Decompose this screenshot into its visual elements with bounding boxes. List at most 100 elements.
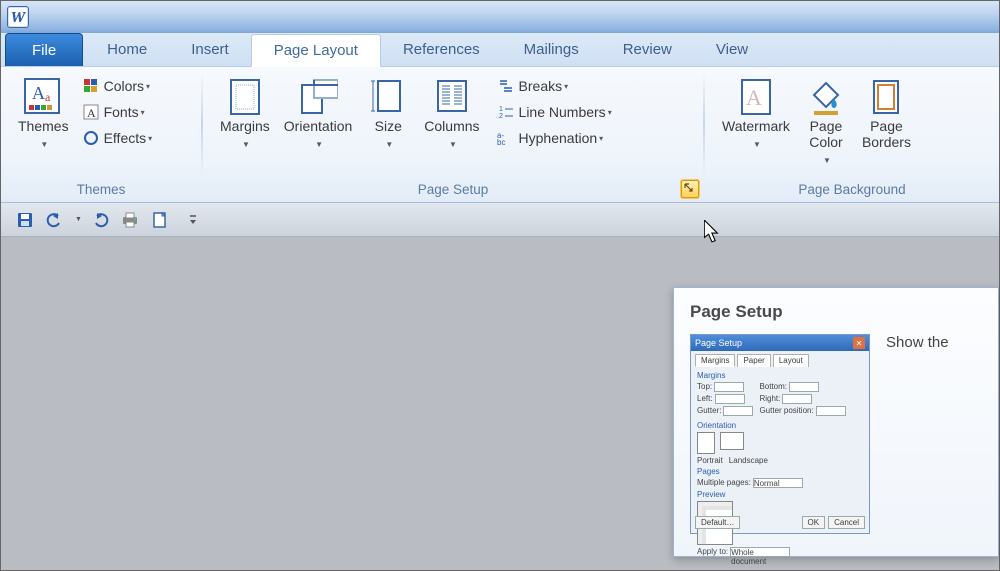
undo-icon xyxy=(46,211,64,229)
chevron-down-icon: ▼ xyxy=(449,140,457,149)
preview-field-label: Gutter position: xyxy=(759,406,813,416)
tab-page-layout[interactable]: Page Layout xyxy=(251,34,381,67)
svg-text:A: A xyxy=(746,85,762,110)
tab-mailings[interactable]: Mailings xyxy=(502,33,601,66)
chevron-down-icon: ▾ xyxy=(148,134,152,143)
save-icon xyxy=(16,211,34,229)
preview-button: Default… xyxy=(695,516,740,529)
quick-access-toolbar: ▼ xyxy=(1,203,999,237)
columns-label: Columns xyxy=(424,118,479,134)
group-label-page-setup: Page Setup xyxy=(207,180,699,202)
preview-button: Cancel xyxy=(828,516,865,529)
dialog-preview-thumbnail: Page Setup✕ Margins Paper Layout Margins… xyxy=(690,334,870,534)
group-themes: A a Themes ▼ Colors ▾ A xyxy=(1,67,201,202)
svg-text:2: 2 xyxy=(499,113,503,120)
chevron-down-icon: ▼ xyxy=(385,140,393,149)
chevron-down-icon: ▼ xyxy=(242,140,250,149)
tab-view[interactable]: View xyxy=(694,33,770,66)
tab-insert[interactable]: Insert xyxy=(169,33,251,66)
hyphenation-label: Hyphenation xyxy=(519,130,598,146)
preview-orient-label: Landscape xyxy=(729,456,768,465)
columns-button[interactable]: Columns ▼ xyxy=(417,73,486,153)
line-numbers-button[interactable]: 12 Line Numbers ▾ xyxy=(493,100,616,124)
tooltip-title: Page Setup xyxy=(690,302,982,322)
group-label-themes: Themes xyxy=(5,180,197,202)
print-button[interactable] xyxy=(118,208,142,232)
margins-icon xyxy=(225,76,265,118)
svg-text:A: A xyxy=(87,106,96,120)
preview-field-label: Apply to: xyxy=(697,547,728,557)
page-color-button[interactable]: Page Color▼ xyxy=(797,73,855,169)
tooltip-description: Show the xyxy=(886,334,949,351)
effects-icon xyxy=(82,129,100,147)
preview-section-label: Preview xyxy=(697,490,863,499)
margins-button[interactable]: Margins▼ xyxy=(213,73,277,153)
themes-icon: A a xyxy=(23,76,63,118)
orientation-icon xyxy=(298,76,338,118)
page-setup-dialog-launcher[interactable] xyxy=(681,180,699,198)
ribbon: A a Themes ▼ Colors ▾ A xyxy=(1,67,999,203)
customize-qat-button[interactable] xyxy=(188,208,198,232)
preview-button: OK xyxy=(802,516,826,529)
hyphenation-button[interactable]: a-bc Hyphenation ▾ xyxy=(493,126,616,150)
size-button[interactable]: Size▼ xyxy=(359,73,417,153)
page-borders-icon xyxy=(866,76,906,118)
chevron-down-icon: ▼ xyxy=(753,140,761,149)
new-document-button[interactable] xyxy=(148,208,172,232)
watermark-button[interactable]: A Watermark ▼ xyxy=(715,73,797,153)
tab-file[interactable]: File xyxy=(5,33,83,66)
effects-button[interactable]: Effects ▾ xyxy=(78,126,157,150)
preview-field-label: Gutter: xyxy=(697,406,721,416)
chevron-down-icon: ▾ xyxy=(146,82,150,91)
title-bar: W xyxy=(1,1,999,33)
effects-label: Effects xyxy=(104,130,147,146)
fonts-button[interactable]: A Fonts ▾ xyxy=(78,100,157,124)
group-label-page-background: Page Background xyxy=(709,180,995,202)
svg-text:1: 1 xyxy=(499,106,503,113)
breaks-button[interactable]: Breaks ▾ xyxy=(493,74,616,98)
group-page-setup: Margins▼ Orientation▼ Size▼ xyxy=(203,67,703,202)
preview-titlebar: Page Setup xyxy=(695,338,742,348)
breaks-label: Breaks xyxy=(519,78,563,94)
print-icon xyxy=(120,211,140,229)
watermark-icon: A xyxy=(736,76,776,118)
save-button[interactable] xyxy=(13,208,37,232)
page-color-label: Page Color xyxy=(809,118,842,150)
preview-field-value: Normal xyxy=(753,478,803,488)
preview-field-value: Whole document xyxy=(730,547,790,557)
fonts-label: Fonts xyxy=(104,104,139,120)
preview-field-label: Bottom: xyxy=(759,382,787,392)
preview-section-label: Orientation xyxy=(697,421,863,430)
preview-tab: Layout xyxy=(773,354,809,367)
group-page-background: A Watermark ▼ Page Color▼ Page Borders Pa… xyxy=(705,67,999,202)
columns-icon xyxy=(432,76,472,118)
undo-dropdown[interactable]: ▼ xyxy=(75,216,82,223)
breaks-icon xyxy=(497,77,515,95)
undo-button[interactable] xyxy=(43,208,67,232)
tab-review[interactable]: Review xyxy=(601,33,694,66)
chevron-down-icon: ▼ xyxy=(40,140,48,149)
fonts-icon: A xyxy=(82,103,100,121)
page-setup-tooltip: Page Setup Page Setup✕ Margins Paper Lay… xyxy=(673,287,999,557)
page-borders-button[interactable]: Page Borders xyxy=(855,73,918,153)
chevron-down-icon: ▾ xyxy=(564,82,568,91)
close-icon: ✕ xyxy=(853,337,865,349)
redo-button[interactable] xyxy=(88,208,112,232)
tab-home[interactable]: Home xyxy=(85,33,169,66)
themes-label: Themes xyxy=(18,118,69,134)
orientation-button[interactable]: Orientation▼ xyxy=(277,73,359,153)
line-numbers-label: Line Numbers xyxy=(519,104,606,120)
tab-references[interactable]: References xyxy=(381,33,502,66)
chevron-down-icon: ▾ xyxy=(141,108,145,117)
app-icon: W xyxy=(7,6,29,28)
redo-icon xyxy=(91,211,109,229)
preview-field-label: Right: xyxy=(759,394,780,404)
watermark-label: Watermark xyxy=(722,118,790,134)
preview-section-label: Margins xyxy=(697,371,863,380)
colors-button[interactable]: Colors ▾ xyxy=(78,74,157,98)
colors-label: Colors xyxy=(104,78,144,94)
ribbon-tab-strip: File Home Insert Page Layout References … xyxy=(1,33,999,67)
themes-button[interactable]: A a Themes ▼ xyxy=(11,73,76,153)
preview-field-label: Multiple pages: xyxy=(697,478,751,488)
svg-text:a: a xyxy=(45,90,51,104)
